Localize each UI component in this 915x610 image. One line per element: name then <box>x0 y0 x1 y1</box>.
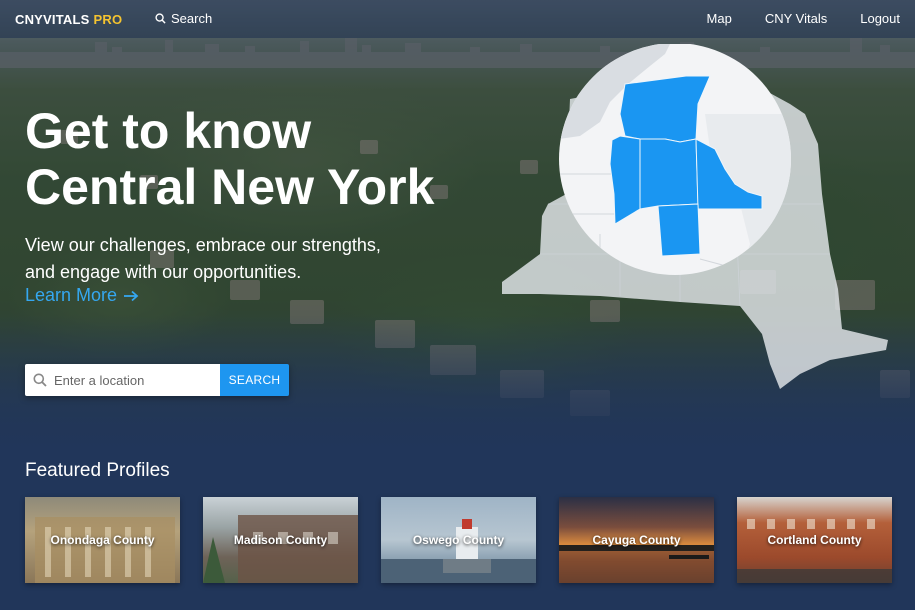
profile-card-label: Madison County <box>233 533 328 547</box>
profile-card-label: Onondaga County <box>50 533 155 547</box>
nav-link-logout[interactable]: Logout <box>860 11 900 26</box>
location-search-field <box>25 364 220 396</box>
nav-link-map[interactable]: Map <box>707 11 732 26</box>
location-search: SEARCH <box>25 364 289 396</box>
new-york-state-map[interactable] <box>500 44 900 394</box>
profile-card-label: Cortland County <box>767 533 862 547</box>
nav-search-link[interactable]: Search <box>155 11 212 26</box>
brand-name: CNYVITALS <box>15 12 90 27</box>
brand-logo[interactable]: CNYVITALS PRO <box>15 12 122 27</box>
brand-pro-badge: PRO <box>93 12 123 27</box>
learn-more-label: Learn More <box>25 285 118 305</box>
profile-card-madison[interactable]: Madison County <box>203 497 358 583</box>
profile-card-label: Cayuga County <box>592 533 681 547</box>
location-search-input[interactable] <box>54 372 204 388</box>
profile-card-oswego[interactable]: Oswego County <box>381 497 536 583</box>
hero-headline-line1: Get to know <box>25 103 312 159</box>
hero-headline: Get to know Central New York <box>25 103 485 215</box>
profile-card-cayuga[interactable]: Cayuga County <box>559 497 714 583</box>
nav-links: Map CNY Vitals Logout <box>674 11 900 26</box>
profile-card-label: Oswego County <box>412 533 505 547</box>
featured-profiles-list: Onondaga County Madison County Oswego Co… <box>25 497 893 583</box>
featured-profiles-heading: Featured Profiles <box>25 460 170 481</box>
learn-more-link[interactable]: Learn More <box>25 285 139 306</box>
search-button[interactable]: SEARCH <box>220 364 289 396</box>
profile-card-onondaga[interactable]: Onondaga County <box>25 497 180 583</box>
hero-subheading: View our challenges, embrace our strengt… <box>25 232 425 286</box>
search-icon <box>33 373 47 387</box>
hero-subheading-line2: and engage with our opportunities. <box>25 262 302 282</box>
hero-subheading-line1: View our challenges, embrace our strengt… <box>25 235 381 255</box>
arrow-right-icon <box>124 290 139 301</box>
nav-link-cny-vitals[interactable]: CNY Vitals <box>765 11 827 26</box>
nav-search-label: Search <box>171 11 213 26</box>
search-icon <box>155 13 166 24</box>
profile-card-cortland[interactable]: Cortland County <box>737 497 892 583</box>
hero-headline-line2: Central New York <box>25 159 435 215</box>
top-navigation-bar: CNYVITALS PRO Search Map CNY Vitals Logou… <box>0 0 915 38</box>
